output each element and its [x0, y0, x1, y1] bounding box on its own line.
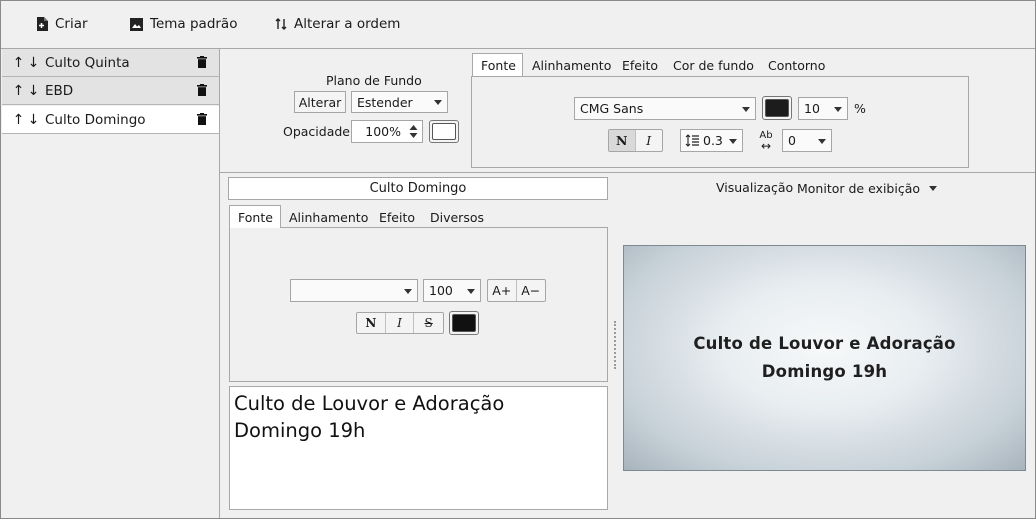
tab-theme-efeito[interactable]: Efeito	[614, 54, 666, 76]
arrow-down-icon[interactable]: ↓	[26, 112, 41, 128]
theme-style-group: N I	[608, 129, 663, 152]
slide-strike-toggle[interactable]: S	[414, 313, 443, 333]
theme-font-size-value: 10	[804, 101, 820, 116]
tab-slide-efeito[interactable]: Efeito	[371, 206, 423, 228]
line-spacing-select[interactable]: 0.3	[680, 129, 743, 152]
font-size-unit: %	[854, 101, 866, 116]
arrow-up-icon[interactable]: ↑	[11, 55, 26, 71]
increase-font-button[interactable]: A+	[488, 280, 517, 301]
chevron-down-icon	[467, 288, 475, 294]
opacity-spinner[interactable]: 100%	[351, 120, 423, 143]
arrow-up-icon[interactable]: ↑	[11, 112, 26, 128]
letter-spacing-select[interactable]: 0	[782, 129, 832, 152]
theme-font-color-swatch	[765, 99, 789, 117]
sidebar-item-ebd[interactable]: ↑ ↓ EBD	[2, 77, 219, 105]
slide-font-size-value: 100	[429, 283, 453, 298]
background-mode-value: Estender	[357, 94, 413, 110]
tab-slide-diversos[interactable]: Diversos	[422, 206, 492, 228]
preview-label: Visualização	[716, 180, 794, 195]
chevron-down-icon	[929, 185, 938, 191]
background-mode-select[interactable]: Estender	[351, 91, 448, 113]
letter-spacing-icon: Ab ↔	[757, 131, 775, 153]
theme-bold-toggle[interactable]: N	[609, 130, 636, 151]
font-size-step-group: A+ A−	[487, 279, 546, 302]
theme-font-color-button[interactable]	[762, 96, 792, 120]
opacity-value: 100%	[365, 124, 401, 139]
tab-theme-cor-de-fundo[interactable]: Cor de fundo	[665, 54, 762, 76]
sort-icon	[275, 18, 287, 30]
line-spacing-value: 0.3	[703, 133, 723, 148]
chevron-down-icon	[729, 138, 737, 144]
background-title: Plano de Fundo	[326, 73, 422, 88]
arrow-up-icon[interactable]: ↑	[11, 83, 26, 99]
theme-font-family-value: CMG Sans	[580, 101, 644, 116]
arrow-down-icon[interactable]: ↓	[26, 55, 41, 71]
tab-slide-alinhamento[interactable]: Alinhamento	[281, 206, 376, 228]
background-color-button[interactable]	[429, 120, 459, 143]
background-color-swatch	[432, 123, 456, 140]
line-spacing-icon	[685, 134, 699, 147]
preview-line: Domingo 19h	[761, 362, 888, 381]
sidebar-item-culto-quinta[interactable]: ↑ ↓ Culto Quinta	[2, 49, 219, 77]
theme-italic-toggle[interactable]: I	[636, 130, 662, 151]
tab-theme-contorno[interactable]: Contorno	[760, 54, 833, 76]
sidebar-item-label: EBD	[45, 82, 74, 99]
chevron-down-icon	[404, 288, 412, 294]
sidebar-item-culto-domingo[interactable]: ↑ ↓ Culto Domingo	[2, 106, 219, 134]
slide-font-size-select[interactable]: 100	[423, 279, 481, 302]
preview-line: Culto de Louvor e Adoração	[693, 334, 956, 353]
slide-font-color-button[interactable]	[449, 311, 479, 335]
slide-font-color-swatch	[452, 314, 476, 332]
opacity-label: Opacidade	[283, 124, 350, 139]
spinner-arrows-icon[interactable]	[409, 124, 418, 139]
slide-text-line: Culto de Louvor e Adoração	[234, 392, 505, 415]
sidebar-item-label: Culto Domingo	[45, 111, 146, 128]
change-background-button[interactable]: Alterar	[294, 91, 346, 113]
sidebar-divider	[219, 48, 220, 519]
sidebar-item-label: Culto Quinta	[45, 54, 130, 71]
theme-font-panel	[471, 76, 969, 168]
slide-title-input[interactable]: Culto Domingo	[228, 177, 608, 200]
slide-text-editor[interactable]: Culto de Louvor e Adoração Domingo 19h	[229, 386, 608, 510]
trash-icon[interactable]	[197, 56, 207, 68]
monitor-select[interactable]: Monitor de exibição	[797, 179, 938, 197]
slide-font-family-select[interactable]	[290, 279, 418, 302]
tab-theme-fonte[interactable]: Fonte	[472, 53, 523, 76]
reorder-button[interactable]: Alterar a ordem	[275, 14, 400, 34]
slide-italic-toggle[interactable]: I	[386, 313, 415, 333]
decrease-font-button[interactable]: A−	[517, 280, 545, 301]
chevron-down-icon	[818, 138, 826, 144]
letter-spacing-icon-bottom: ↔	[760, 139, 772, 153]
slide-bold-toggle[interactable]: N	[357, 313, 386, 333]
arrow-down-icon[interactable]: ↓	[26, 83, 41, 99]
theme-font-family-select[interactable]: CMG Sans	[574, 97, 756, 120]
trash-icon[interactable]	[197, 84, 207, 96]
default-theme-label: Tema padrão	[150, 16, 238, 32]
letter-spacing-value: 0	[788, 133, 796, 148]
slide-text-line: Domingo 19h	[234, 419, 366, 442]
default-theme-button[interactable]: Tema padrão	[130, 14, 237, 34]
trash-icon[interactable]	[197, 113, 207, 125]
tab-theme-alinhamento[interactable]: Alinhamento	[524, 54, 619, 76]
tab-slide-fonte[interactable]: Fonte	[229, 205, 281, 228]
create-button[interactable]: Criar	[36, 14, 88, 34]
chevron-down-icon	[434, 100, 442, 105]
reorder-label: Alterar a ordem	[294, 16, 401, 32]
new-file-icon	[37, 17, 48, 31]
slide-font-panel	[229, 227, 608, 382]
top-panel-divider	[220, 172, 1036, 173]
image-icon	[130, 17, 143, 31]
chevron-down-icon	[742, 106, 750, 112]
monitor-value: Monitor de exibição	[797, 180, 921, 196]
chevron-down-icon	[834, 106, 842, 112]
theme-font-size-select[interactable]: 10	[798, 97, 848, 120]
slide-style-group: N I S	[356, 312, 444, 334]
create-label: Criar	[55, 16, 88, 32]
splitter-handle[interactable]	[614, 321, 616, 369]
slide-preview: Culto de Louvor e Adoração Domingo 19h	[623, 245, 1026, 471]
